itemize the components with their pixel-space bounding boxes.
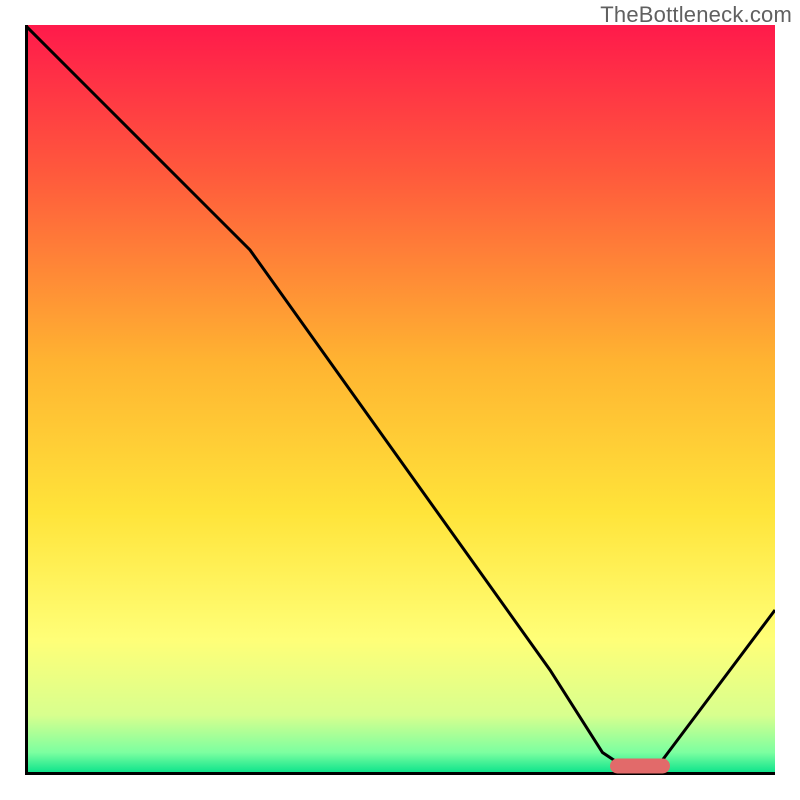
- optimal-marker: [610, 759, 670, 774]
- plot-frame: [25, 25, 775, 775]
- plot-svg: [25, 25, 775, 775]
- chart-container: TheBottleneck.com: [0, 0, 800, 800]
